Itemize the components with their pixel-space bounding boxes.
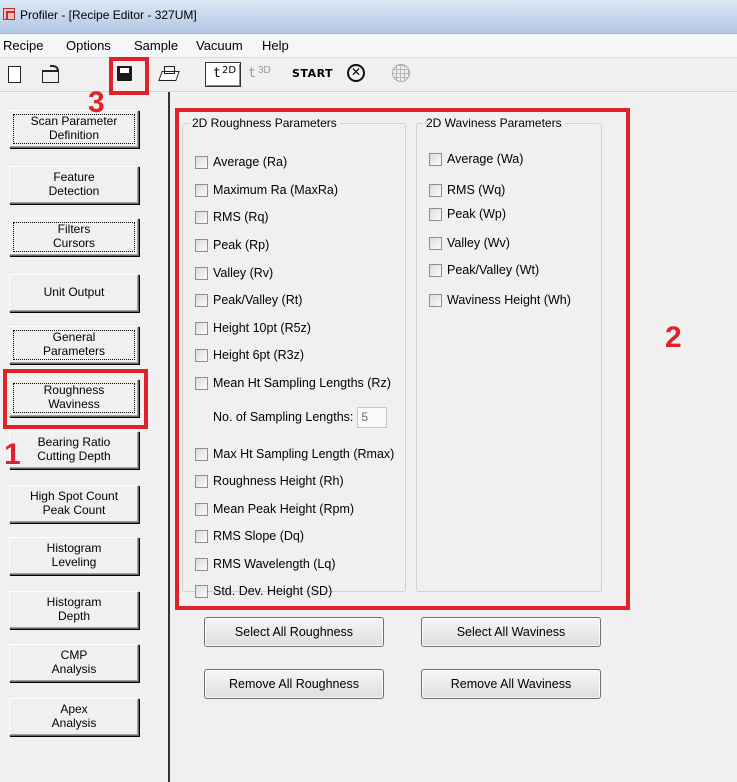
start-button[interactable]: START [292,67,333,80]
annotation-box-roughness-waviness [3,369,148,429]
annotation-number-2: 2 [665,321,682,354]
sidebar-item-feature-detection[interactable]: Feature Detection [9,166,139,204]
sidebar-item-scan-parameter[interactable]: Scan Parameter Definition [9,110,139,148]
2d-label: 2D [222,65,237,76]
sidebar-item-unit-output[interactable]: Unit Output [9,274,139,312]
menu-help[interactable]: Help [262,38,289,53]
annotation-box-parameters [175,108,630,610]
globe-icon[interactable] [392,64,410,82]
title-bar: Profiler - [Recipe Editor - 327UM] [0,0,737,34]
profiler-app-icon [3,8,15,20]
open-folder-icon[interactable] [40,64,62,86]
3d-scan-icon[interactable]: 3D [248,64,274,86]
annotation-number-3: 3 [88,86,105,119]
sidebar-item-filters-cursors[interactable]: Filters Cursors [9,218,139,256]
annotation-box-save [109,57,149,95]
select-all-roughness-button[interactable]: Select All Roughness [204,617,384,647]
menu-vacuum[interactable]: Vacuum [196,38,243,53]
remove-all-waviness-button[interactable]: Remove All Waviness [421,669,601,699]
sidebar-item-histogram-depth[interactable]: Histogram Depth [9,591,139,629]
print-icon[interactable] [158,64,180,86]
annotation-number-1: 1 [4,438,21,471]
window-title: Profiler - [Recipe Editor - 327UM] [20,8,197,22]
sidebar-item-cmp-analysis[interactable]: CMP Analysis [9,644,139,682]
3d-label: 3D [258,65,271,76]
remove-all-roughness-button[interactable]: Remove All Roughness [204,669,384,699]
sidebar-item-general-parameters[interactable]: General Parameters [9,326,139,364]
menu-sample[interactable]: Sample [134,38,178,53]
stop-icon[interactable] [347,64,365,82]
menu-recipe[interactable]: Recipe [3,38,43,53]
sidebar: Scan Parameter Definition Feature Detect… [0,92,170,782]
new-file-icon[interactable] [4,64,26,86]
sidebar-item-histogram-leveling[interactable]: Histogram Leveling [9,537,139,575]
sidebar-item-apex-analysis[interactable]: Apex Analysis [9,698,139,736]
menu-bar: Recipe Options Sample Vacuum Help [0,34,737,58]
menu-options[interactable]: Options [66,38,111,53]
sidebar-item-high-spot-count[interactable]: High Spot Count Peak Count [9,485,139,523]
select-all-waviness-button[interactable]: Select All Waviness [421,617,601,647]
sidebar-item-bearing-ratio[interactable]: Bearing Ratio Cutting Depth [9,431,139,469]
2d-scan-button[interactable]: 2D [205,62,241,87]
